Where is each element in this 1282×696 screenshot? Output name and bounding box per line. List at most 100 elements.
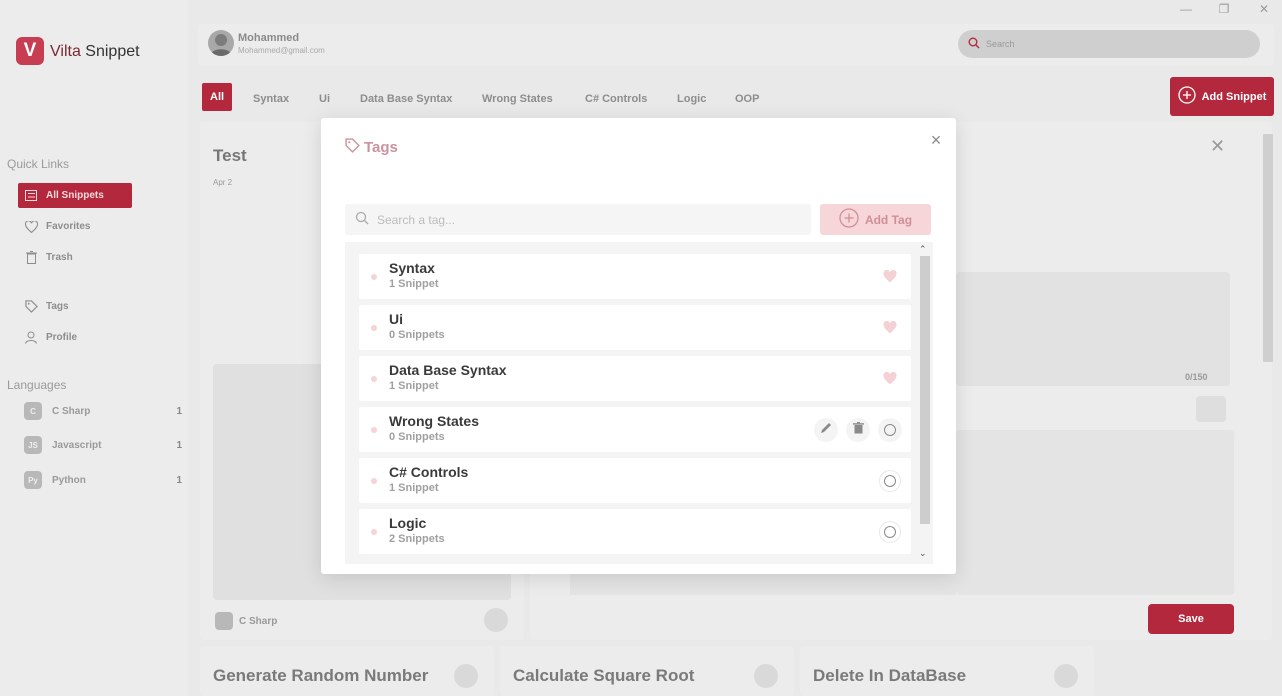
filter-syntax[interactable]: Syntax [253, 88, 289, 110]
add-tag-label: Add Tag [864, 212, 913, 227]
description-field[interactable] [956, 272, 1230, 386]
char-count: 0/150 [1185, 372, 1208, 382]
user-icon [24, 331, 38, 345]
tag-snippet-count: 1 Snippet [389, 482, 439, 494]
filter-data-base-syntax[interactable]: Data Base Syntax [360, 88, 452, 110]
tag-list-scrollbar-thumb[interactable] [920, 256, 930, 524]
tag-icon [24, 300, 38, 314]
filter-csharp-controls[interactable]: C# Controls [585, 88, 647, 110]
tag-search-input[interactable]: Search a tag... [345, 204, 811, 235]
avatar[interactable] [208, 30, 234, 56]
tag-color-dot [371, 274, 377, 280]
app-logo: V [16, 37, 44, 65]
heart-icon[interactable] [883, 269, 897, 284]
favorite-heart-icon[interactable] [754, 664, 778, 688]
python-icon: Py [24, 471, 42, 489]
tag-snippet-count: 2 Snippets [389, 533, 445, 545]
select-tag-radio[interactable] [879, 470, 901, 492]
sidebar-item-profile[interactable]: Profile [18, 325, 132, 350]
favorite-heart-icon[interactable] [1054, 664, 1078, 688]
delete-tag-button[interactable] [846, 418, 870, 442]
language-name: Javascript [52, 439, 102, 451]
save-button[interactable]: Save [1148, 604, 1234, 634]
delete-snippet-button[interactable] [484, 608, 508, 632]
heart-icon[interactable] [883, 371, 897, 386]
language-count: 1 [176, 474, 182, 486]
language-name: C Sharp [52, 405, 91, 417]
search-icon [968, 37, 980, 51]
search-placeholder: Search [986, 39, 1015, 49]
filter-wrong-states[interactable]: Wrong States [482, 88, 553, 110]
code-editor-bottom [570, 574, 956, 595]
tag-snippet-count: 0 Snippets [389, 431, 445, 443]
tag-color-dot [371, 325, 377, 331]
select-tag-radio[interactable] [878, 418, 902, 442]
tag-row-logic[interactable]: Logic 2 Snippets [359, 509, 911, 554]
close-modal-button[interactable]: × [926, 130, 946, 150]
sidebar-item-favorites[interactable]: Favorites [18, 214, 132, 239]
tag-row-syntax[interactable]: Syntax 1 Snippet [359, 254, 911, 299]
trash-icon [852, 421, 864, 439]
code-editor[interactable] [956, 430, 1234, 595]
main-scrollbar[interactable] [1261, 122, 1275, 688]
filter-all[interactable]: All [202, 83, 233, 111]
tag-icon [345, 138, 360, 157]
filter-ui[interactable]: Ui [319, 88, 330, 110]
tag-snippet-count: 0 Snippets [389, 329, 445, 341]
add-snippet-label: Add Snippet [1201, 90, 1267, 103]
tag-list: Syntax 1 Snippet Ui 0 Snippets Data Base… [345, 242, 933, 564]
snippet-title: Generate Random Number [213, 666, 429, 685]
tag-name: Wrong States [389, 413, 479, 429]
trash-icon [24, 251, 38, 265]
language-count: 1 [176, 405, 182, 417]
sidebar-item-label: All Snippets [46, 190, 104, 201]
tag-snippet-count: 1 Snippet [389, 380, 439, 392]
edit-tag-button[interactable] [814, 418, 838, 442]
language-item-javascript[interactable]: JS Javascript 1 [24, 435, 182, 455]
pencil-icon [819, 421, 833, 440]
csharp-icon [215, 612, 233, 630]
javascript-icon: JS [24, 436, 42, 454]
global-search-input[interactable]: Search [958, 30, 1260, 58]
minimize-button[interactable]: — [1168, 0, 1204, 18]
tag-name: C# Controls [389, 464, 469, 480]
add-snippet-button[interactable]: Add Snippet [1170, 77, 1274, 116]
tag-snippet-count: 1 Snippet [389, 278, 439, 290]
sidebar-item-tags[interactable]: Tags [18, 294, 132, 319]
sidebar-item-all-snippets[interactable]: All Snippets [18, 183, 132, 208]
language-item-python[interactable]: Py Python 1 [24, 470, 182, 490]
tags-modal: Tags × Search a tag... Add Tag Syntax 1 … [321, 118, 956, 574]
user-name: Mohammed [238, 32, 300, 44]
tag-name: Ui [389, 311, 403, 327]
sidebar-item-label: Profile [46, 332, 78, 343]
scroll-up-arrow-icon[interactable]: ⌃ [919, 244, 927, 255]
csharp-icon: C [24, 402, 42, 420]
plus-circle-icon [839, 208, 859, 231]
filter-logic[interactable]: Logic [677, 88, 706, 110]
language-item-csharp[interactable]: C C Sharp 1 [24, 401, 182, 421]
snippet-date: Apr 2 [213, 178, 233, 187]
tag-row-wrong-states[interactable]: Wrong States 0 Snippets [359, 407, 911, 452]
sidebar-item-label: Tags [46, 301, 69, 312]
close-window-button[interactable]: ✕ [1246, 0, 1282, 18]
main-scrollbar-thumb[interactable] [1263, 134, 1273, 362]
sidebar-item-trash[interactable]: Trash [18, 245, 132, 270]
snippet-title: Calculate Square Root [513, 666, 695, 685]
plus-circle-icon [1177, 86, 1196, 107]
tag-row-data-base-syntax[interactable]: Data Base Syntax 1 Snippet [359, 356, 911, 401]
copy-icon[interactable] [1196, 396, 1226, 422]
select-tag-radio[interactable] [879, 521, 901, 543]
restore-button[interactable]: ❐ [1206, 0, 1242, 18]
tag-color-dot [371, 529, 377, 535]
favorite-heart-icon[interactable] [454, 664, 478, 688]
heart-icon[interactable] [883, 320, 897, 335]
tag-row-csharp-controls[interactable]: C# Controls 1 Snippet [359, 458, 911, 503]
modal-title: Tags [345, 138, 398, 157]
tag-name: Logic [389, 515, 427, 531]
tag-row-ui[interactable]: Ui 0 Snippets [359, 305, 911, 350]
scroll-down-arrow-icon[interactable]: ⌄ [919, 548, 927, 559]
filter-oop[interactable]: OOP [735, 88, 759, 110]
add-tag-button[interactable]: Add Tag [820, 204, 931, 235]
language-name: Python [52, 474, 86, 486]
close-editor-icon[interactable]: ✕ [1210, 136, 1225, 157]
